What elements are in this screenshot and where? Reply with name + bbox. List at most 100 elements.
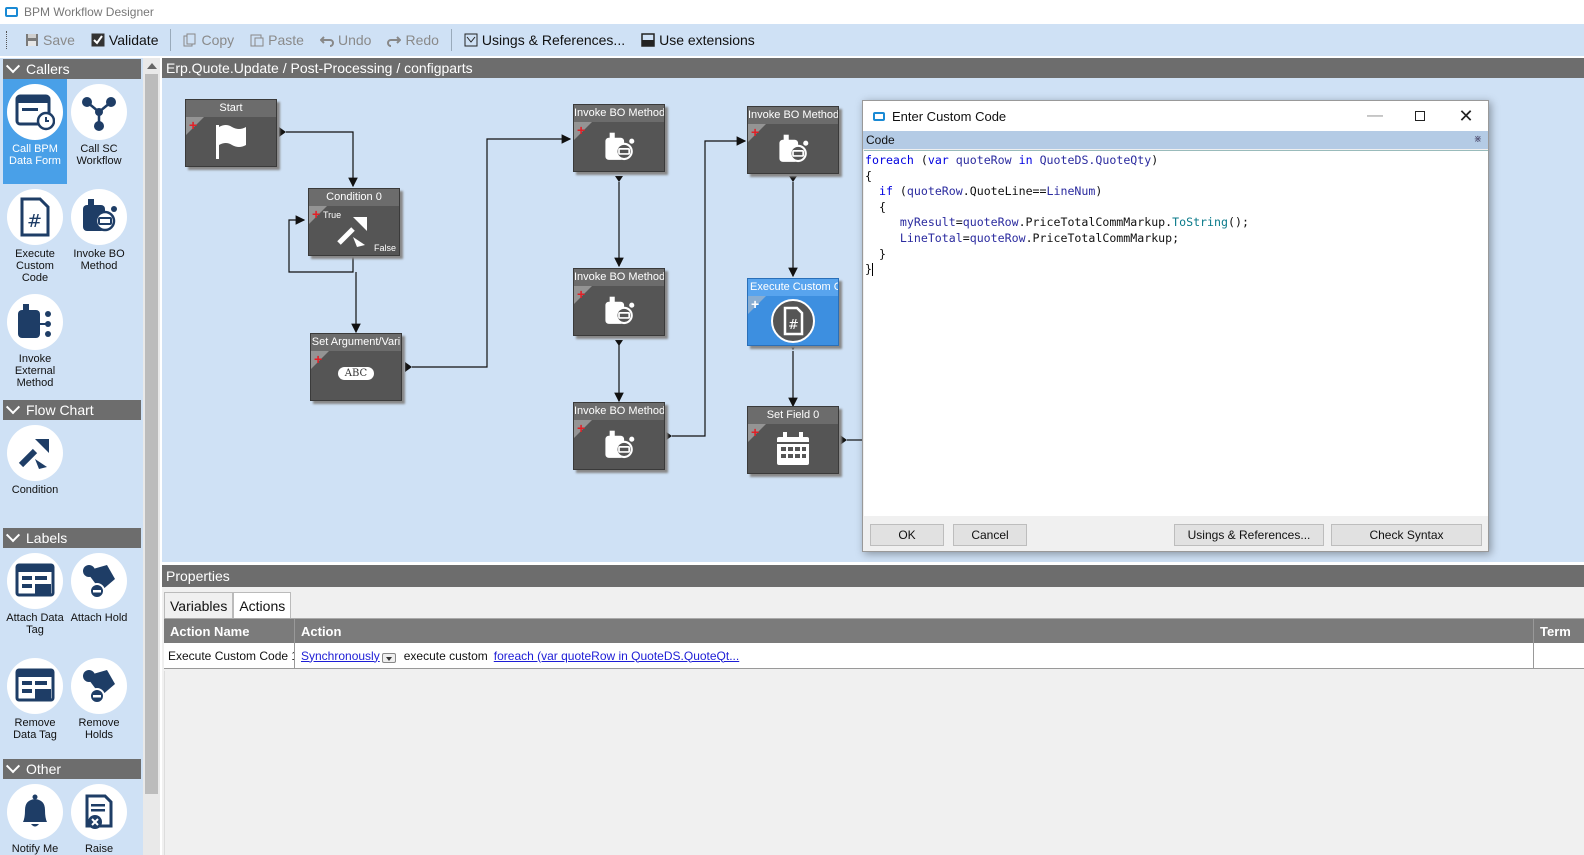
copy-button[interactable]: Copy bbox=[175, 28, 242, 52]
tool-notify-me[interactable]: Notify Me bbox=[3, 779, 67, 855]
node-invoke-bo-method[interactable]: Invoke BO Method + bbox=[573, 104, 665, 172]
node-execute-custom-code[interactable]: Execute Custom Cc + # bbox=[747, 278, 839, 346]
usings-references-button[interactable]: Usings & References... bbox=[1174, 524, 1324, 546]
tool-label: Remove Data Tag bbox=[13, 717, 57, 741]
save-button[interactable]: Save bbox=[17, 28, 83, 52]
section-header-flow-chart[interactable]: Flow Chart bbox=[3, 400, 141, 420]
section-title: Flow Chart bbox=[26, 402, 94, 418]
mode-link[interactable]: Synchronously bbox=[301, 649, 380, 663]
tool-invoke-external-method[interactable]: Invoke External Method bbox=[3, 289, 67, 399]
cancel-button[interactable]: Cancel bbox=[953, 524, 1027, 546]
tool-call-bpm-data-form[interactable]: Call BPM Data Form bbox=[3, 79, 67, 184]
code-line: } bbox=[865, 246, 886, 261]
tool-label: Invoke BO Method bbox=[73, 248, 125, 272]
ok-button[interactable]: OK bbox=[870, 524, 944, 546]
palette-scrollbar[interactable] bbox=[143, 58, 160, 855]
pin-icon[interactable]: ⋇ bbox=[1474, 131, 1482, 149]
svg-text:#: # bbox=[27, 211, 42, 232]
custom-code-dialog: Enter Custom Code — ✕ Code ⋇ foreach (va… bbox=[862, 100, 1489, 552]
code-header-label: Code bbox=[866, 133, 895, 147]
bo-method-icon bbox=[574, 131, 664, 165]
dropdown-icon[interactable] bbox=[381, 652, 396, 663]
tab-actions[interactable]: Actions bbox=[233, 592, 292, 618]
node-set-field[interactable]: Set Field 0 + bbox=[747, 406, 839, 474]
references-icon bbox=[464, 33, 478, 47]
code-link[interactable]: foreach (var quoteRow in QuoteDS.QuoteQt… bbox=[494, 649, 739, 663]
tool-execute-custom-code[interactable]: # Execute Custom Code bbox=[3, 184, 67, 289]
flag-icon bbox=[186, 121, 276, 161]
title-bar: BPM Workflow Designer bbox=[0, 0, 1584, 24]
code-editor[interactable]: foreach (var quoteRow in QuoteDS.QuoteQt… bbox=[864, 150, 1488, 516]
dialog-title: Enter Custom Code bbox=[892, 108, 1007, 124]
node-title: Invoke BO Method bbox=[574, 105, 664, 122]
tool-call-sc-workflow[interactable]: Call SC Workflow bbox=[67, 79, 131, 184]
table-row[interactable]: Execute Custom Code 1 Synchronously exec… bbox=[164, 643, 1584, 669]
paste-button[interactable]: Paste bbox=[242, 28, 312, 52]
tool-condition[interactable]: Condition bbox=[3, 420, 67, 527]
chevron-down-icon bbox=[5, 59, 21, 74]
app-icon bbox=[873, 111, 885, 121]
raise-exception-icon bbox=[71, 784, 127, 840]
workflow-icon bbox=[71, 84, 127, 140]
add-icon[interactable]: + bbox=[314, 352, 322, 366]
column-header-term[interactable]: Term bbox=[1534, 619, 1584, 643]
usings-references-label: Usings & References... bbox=[481, 32, 626, 48]
usings-references-button[interactable]: Usings & References... bbox=[456, 28, 633, 52]
save-icon bbox=[26, 34, 38, 46]
node-title: Start bbox=[186, 100, 276, 117]
tool-label: Call SC Workflow bbox=[76, 143, 122, 167]
tool-label: Call BPM Data Form bbox=[9, 143, 61, 167]
redo-button[interactable]: Redo bbox=[379, 28, 446, 52]
redo-label: Redo bbox=[405, 32, 439, 48]
code-line: foreach (var quoteRow in QuoteDS.QuoteQt… bbox=[865, 153, 1159, 167]
node-title: Condition 0 bbox=[309, 189, 399, 206]
bo-method-icon bbox=[574, 429, 664, 463]
section-header-other[interactable]: Other bbox=[3, 759, 141, 779]
use-extensions-label: Use extensions bbox=[659, 32, 755, 48]
code-line: if (quoteRow.QuoteLine==LineNum) bbox=[878, 184, 1103, 199]
node-invoke-bo-method[interactable]: Invoke BO Method + bbox=[747, 106, 839, 174]
tool-label: Raise bbox=[84, 843, 114, 855]
actions-grid: Action Name Action Term Execute Custom C… bbox=[164, 618, 1584, 669]
window-title: BPM Workflow Designer bbox=[24, 5, 154, 19]
flowchart-tools: Condition bbox=[3, 420, 141, 527]
tool-remove-holds[interactable]: Remove Holds bbox=[67, 653, 131, 758]
use-extensions-button[interactable]: Use extensions bbox=[633, 28, 763, 52]
node-invoke-bo-method[interactable]: Invoke BO Method + bbox=[573, 402, 665, 470]
tab-variables[interactable]: Variables bbox=[164, 592, 234, 618]
callers-tools: Call BPM Data Form Call SC Workflow # Ex… bbox=[3, 79, 141, 399]
tool-invoke-bo-method[interactable]: Invoke BO Method bbox=[67, 184, 131, 289]
node-start[interactable]: Start + bbox=[185, 99, 277, 167]
data-tag-icon bbox=[7, 553, 63, 609]
undo-button[interactable]: Undo bbox=[312, 28, 379, 52]
node-title: Set Field 0 bbox=[748, 407, 838, 424]
node-title: Invoke BO Method bbox=[748, 107, 838, 124]
tool-remove-data-tag[interactable]: Remove Data Tag bbox=[3, 653, 67, 758]
scrollbar-thumb[interactable] bbox=[145, 74, 158, 794]
check-syntax-button[interactable]: Check Syntax bbox=[1331, 524, 1482, 546]
calendar-icon bbox=[748, 431, 838, 467]
tool-attach-hold[interactable]: Attach Hold bbox=[67, 548, 131, 653]
bo-method-icon bbox=[71, 189, 127, 245]
tool-raise[interactable]: Raise bbox=[67, 779, 131, 855]
section-header-labels[interactable]: Labels bbox=[3, 528, 141, 548]
node-condition[interactable]: Condition 0 + True False bbox=[308, 188, 400, 256]
node-title: Invoke BO Method bbox=[574, 269, 664, 286]
section-header-callers[interactable]: Callers bbox=[3, 59, 141, 79]
chevron-down-icon bbox=[5, 528, 21, 543]
redo-icon bbox=[387, 36, 402, 47]
node-set-argument[interactable]: Set Argument/Vari + ABC bbox=[310, 333, 402, 401]
tool-attach-data-tag[interactable]: Attach Data Tag bbox=[3, 548, 67, 653]
close-icon[interactable]: ✕ bbox=[1446, 105, 1486, 127]
grid-empty-area bbox=[164, 671, 1584, 855]
properties-tabs: Variables Actions bbox=[164, 592, 292, 618]
column-header-action-name[interactable]: Action Name bbox=[164, 619, 295, 643]
app-icon bbox=[5, 7, 18, 17]
minimize-icon[interactable]: — bbox=[1355, 105, 1395, 127]
maximize-icon[interactable] bbox=[1400, 105, 1440, 127]
toolbar-grip bbox=[6, 31, 9, 49]
node-invoke-bo-method[interactable]: Invoke BO Method + bbox=[573, 268, 665, 336]
column-header-action[interactable]: Action bbox=[295, 619, 1534, 643]
validate-button[interactable]: Validate bbox=[83, 28, 167, 52]
scroll-up-icon[interactable] bbox=[146, 63, 157, 69]
